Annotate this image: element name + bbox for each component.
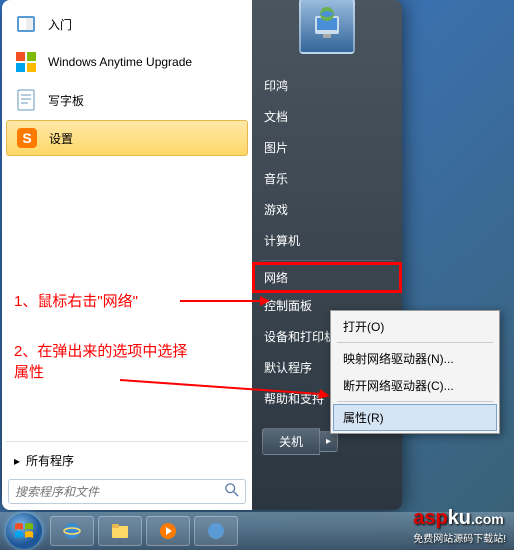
menu-item-label: 入门 [48,16,72,33]
shutdown-options-button[interactable]: ▸ [320,431,338,452]
menu-item-label: Windows Anytime Upgrade [48,55,192,69]
taskbar-app-icon[interactable] [194,516,238,546]
menu-item-getting-started[interactable]: 入门 [6,6,248,42]
ctx-separator [337,401,493,402]
ctx-properties[interactable]: 属性(R) [333,404,497,431]
windows-icon [12,48,40,76]
ctx-disconnect-drive[interactable]: 断开网络驱动器(C)... [333,372,497,399]
divider [6,441,248,442]
menu-item-anytime-upgrade[interactable]: Windows Anytime Upgrade [6,44,248,80]
search-box[interactable] [8,479,246,504]
menu-item-label: 写字板 [48,92,84,109]
book-icon [12,10,40,38]
wordpad-icon [12,86,40,114]
all-programs-button[interactable]: ▸ 所有程序 [6,446,248,475]
chevron-right-icon: ▸ [14,454,20,468]
svg-text:S: S [22,130,31,146]
search-input[interactable] [15,485,225,499]
right-item-pictures[interactable]: 图片 [252,132,402,163]
menu-item-wordpad[interactable]: 写字板 [6,82,248,118]
right-item-computer[interactable]: 计算机 [252,225,402,256]
taskbar-explorer-icon[interactable] [98,516,142,546]
sogou-icon: S [13,124,41,152]
taskbar-ie-icon[interactable] [50,516,94,546]
taskbar [0,512,514,550]
search-icon [225,483,239,500]
right-item-network[interactable]: 网络 [252,262,402,293]
start-menu-left-panel: 入门 Windows Anytime Upgrade 写字板 S 设置 1、鼠标… [2,0,252,510]
separator [260,260,394,261]
taskbar-wmp-icon[interactable] [146,516,190,546]
start-button[interactable] [6,513,42,549]
right-item-games[interactable]: 游戏 [252,194,402,225]
ctx-map-drive[interactable]: 映射网络驱动器(N)... [333,345,497,372]
right-item-music[interactable]: 音乐 [252,163,402,194]
shutdown-button[interactable]: 关机 [262,428,320,455]
menu-item-label: 设置 [49,130,73,147]
all-programs-label: 所有程序 [26,452,74,469]
ctx-separator [337,342,493,343]
right-item-user[interactable]: 印鸿 [252,70,402,101]
menu-item-settings[interactable]: S 设置 [6,120,248,156]
context-menu: 打开(O) 映射网络驱动器(N)... 断开网络驱动器(C)... 属性(R) [330,310,500,434]
profile-picture[interactable] [299,0,355,54]
right-item-documents[interactable]: 文档 [252,101,402,132]
ctx-open[interactable]: 打开(O) [333,313,497,340]
